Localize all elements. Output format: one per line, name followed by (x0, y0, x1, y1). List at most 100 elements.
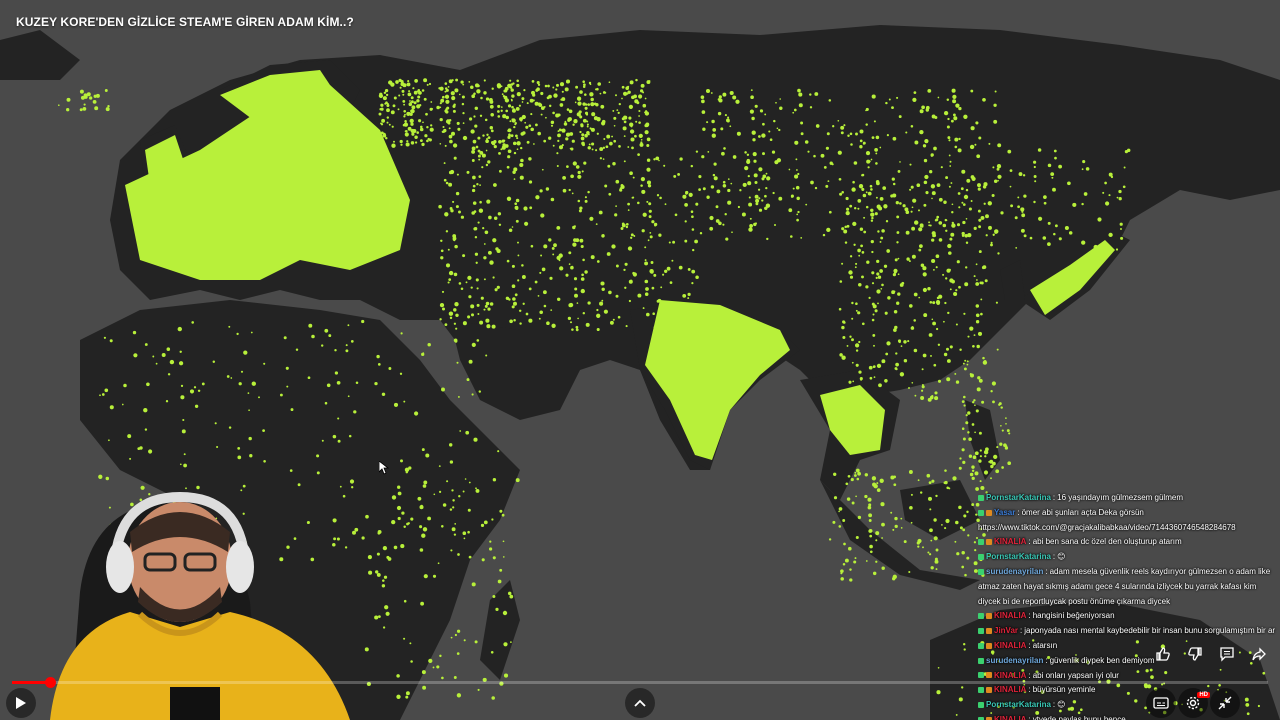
density-dot (193, 386, 197, 389)
density-dot (412, 87, 415, 90)
density-dot (771, 150, 776, 154)
density-dot (444, 82, 448, 85)
density-dot (945, 518, 950, 524)
density-dot (460, 80, 464, 84)
chat-username[interactable]: Yasar (994, 508, 1015, 517)
density-dot (957, 148, 962, 153)
density-dot (409, 100, 411, 102)
share-button[interactable] (1244, 641, 1274, 667)
expand-panel-button[interactable] (625, 688, 655, 718)
chat-username[interactable]: KINALIA (994, 611, 1026, 620)
density-dot (201, 382, 205, 386)
density-dot (436, 105, 440, 110)
subtitles-button[interactable] (1146, 688, 1176, 718)
chat-username[interactable]: surudenayrilan (986, 656, 1043, 665)
density-dot (471, 149, 476, 154)
density-dot (406, 522, 409, 526)
density-dot (615, 264, 619, 268)
density-dot (468, 295, 472, 299)
density-dot (307, 376, 311, 380)
density-dot (960, 187, 964, 191)
density-dot (491, 87, 494, 90)
play-button[interactable] (6, 688, 36, 718)
density-dot (165, 400, 169, 403)
density-dot (857, 248, 861, 253)
density-dot (419, 139, 423, 143)
density-dot (568, 302, 574, 308)
chat-username[interactable]: PornstarKatarina (986, 552, 1051, 561)
density-dot (957, 192, 961, 195)
chat-username[interactable]: KINALIA (994, 671, 1026, 680)
density-dot (913, 348, 918, 353)
density-dot (954, 372, 957, 375)
density-dot (929, 170, 933, 174)
density-dot (445, 110, 449, 114)
dislike-button[interactable] (1180, 641, 1210, 667)
density-dot (865, 191, 868, 194)
density-dot (376, 552, 380, 556)
density-dot (466, 378, 470, 382)
chat-username[interactable]: KINALIA (994, 715, 1026, 720)
density-dot (841, 325, 845, 330)
density-dot (455, 313, 459, 317)
density-dot (1029, 236, 1033, 240)
progress-scrubber[interactable] (44, 677, 56, 688)
video-title[interactable]: KUZEY KORE'DEN GİZLİCE STEAM'E GİREN ADA… (16, 15, 354, 29)
video-progress-bar[interactable] (12, 677, 1268, 688)
density-dot (942, 223, 947, 228)
chat-username[interactable]: KINALIA (994, 537, 1026, 546)
chat-username[interactable]: PornstarKatarina (986, 700, 1051, 709)
chat-username[interactable]: PornstarKatarina (986, 493, 1051, 502)
chat-separator: : (1052, 700, 1056, 710)
density-dot (975, 304, 980, 308)
density-dot (621, 85, 625, 89)
chat-username[interactable]: KINALIA (994, 685, 1026, 694)
density-dot (851, 301, 854, 305)
density-dot (441, 387, 445, 392)
like-button[interactable] (1148, 641, 1178, 667)
density-dot (947, 243, 952, 249)
density-dot (606, 134, 611, 139)
density-dot (848, 380, 852, 384)
density-dot (631, 146, 634, 150)
density-dot (976, 344, 980, 349)
settings-button[interactable]: HD (1178, 688, 1210, 718)
density-dot (444, 212, 449, 217)
density-dot (489, 99, 494, 104)
density-dot (638, 115, 640, 117)
density-dot (753, 222, 757, 227)
chat-username[interactable]: JinVar (994, 626, 1018, 635)
density-dot (483, 256, 487, 260)
density-dot (826, 227, 831, 233)
density-dot (432, 574, 437, 578)
chat-text: abi ben sana dc özel den oluşturup atarı… (1032, 537, 1182, 547)
density-dot (419, 505, 424, 510)
density-dot (613, 139, 617, 143)
density-dot (896, 96, 899, 99)
density-dot (973, 334, 976, 337)
density-dot (739, 189, 742, 192)
chat-username[interactable]: KINALIA (994, 641, 1026, 650)
density-dot (614, 213, 618, 217)
density-dot (731, 231, 733, 234)
density-dot (502, 540, 505, 543)
density-dot (428, 658, 433, 664)
density-dot (926, 473, 931, 478)
density-dot (865, 205, 869, 209)
density-dot (646, 312, 650, 317)
density-dot (449, 508, 453, 511)
density-dot (182, 418, 185, 422)
density-dot (885, 352, 889, 356)
density-dot (658, 233, 662, 237)
density-dot (590, 255, 595, 260)
chat-username[interactable]: surudenayrilan (986, 567, 1043, 576)
density-dot (534, 101, 539, 106)
density-dot (575, 328, 579, 332)
density-dot (535, 195, 540, 200)
density-dot (949, 288, 952, 291)
density-dot (849, 568, 852, 571)
density-dot (865, 560, 868, 562)
collapse-button[interactable] (1210, 688, 1240, 718)
comment-button[interactable] (1212, 641, 1242, 667)
density-dot (975, 263, 978, 266)
